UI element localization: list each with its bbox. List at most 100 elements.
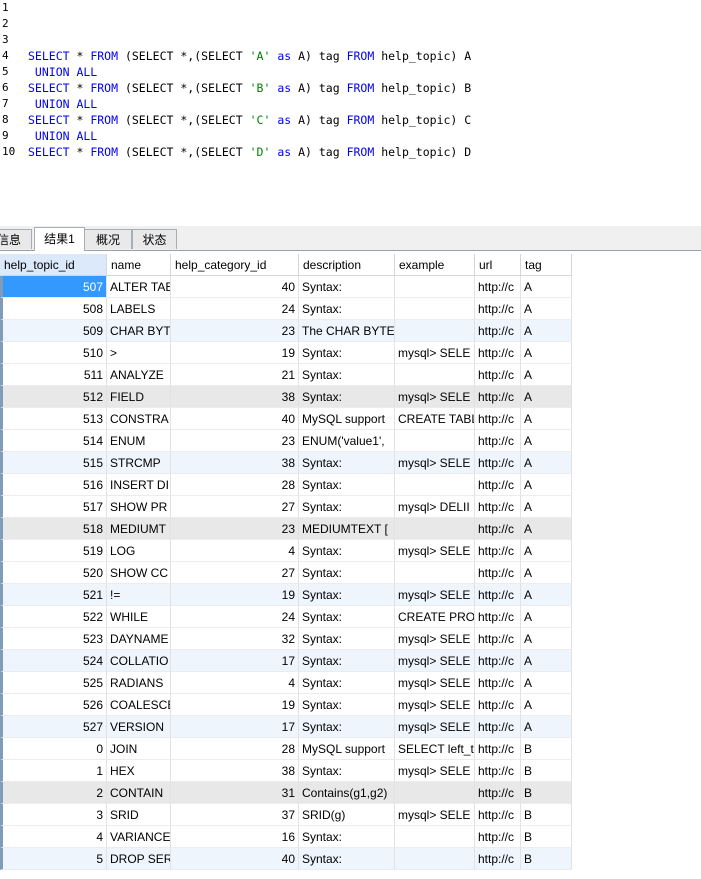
cell-name[interactable]: ENUM — [107, 430, 171, 452]
cell-tag[interactable]: B — [521, 804, 572, 826]
cell-example[interactable]: mysql> DELII — [395, 496, 475, 518]
cell-help-category-id[interactable]: 4 — [171, 672, 299, 694]
cell-tag[interactable]: A — [521, 298, 572, 320]
cell-help-topic-id[interactable]: 521 — [0, 584, 107, 606]
table-row[interactable]: 510 >19 Syntax: mysql> SELE http://c A — [0, 342, 572, 364]
cell-help-category-id[interactable]: 17 — [171, 650, 299, 672]
table-row[interactable]: 525 RADIANS 4 Syntax: mysql> SELE http://c A — [0, 672, 572, 694]
cell-help-category-id[interactable]: 24 — [171, 606, 299, 628]
cell-tag[interactable]: A — [521, 364, 572, 386]
cell-url[interactable]: http://c — [475, 364, 521, 386]
cell-example[interactable]: mysql> SELE — [395, 760, 475, 782]
cell-help-topic-id[interactable]: 518 — [0, 518, 107, 540]
cell-name[interactable]: SHOW PR — [107, 496, 171, 518]
cell-help-category-id[interactable]: 4 — [171, 540, 299, 562]
table-row[interactable]: 508 LABELS 24 Syntax: http://c A — [0, 298, 572, 320]
cell-tag[interactable]: A — [521, 606, 572, 628]
tab-2[interactable]: 概况 — [84, 229, 132, 249]
cell-url[interactable]: http://c — [475, 408, 521, 430]
cell-url[interactable]: http://c — [475, 540, 521, 562]
column-header-tag[interactable]: tag — [521, 254, 572, 276]
cell-description[interactable]: Syntax: — [299, 496, 395, 518]
cell-description[interactable]: Syntax: — [299, 760, 395, 782]
cell-help-topic-id[interactable]: 520 — [0, 562, 107, 584]
cell-help-category-id[interactable]: 19 — [171, 584, 299, 606]
cell-tag[interactable]: B — [521, 760, 572, 782]
column-header-example[interactable]: example — [395, 254, 475, 276]
cell-description[interactable]: ENUM('value1', — [299, 430, 395, 452]
cell-description[interactable]: Syntax: — [299, 672, 395, 694]
cell-name[interactable]: DROP SER — [107, 848, 171, 870]
cell-example[interactable]: mysql> SELE — [395, 452, 475, 474]
cell-example[interactable] — [395, 364, 475, 386]
cell-name[interactable]: CHAR BYT — [107, 320, 171, 342]
cell-url[interactable]: http://c — [475, 298, 521, 320]
cell-help-category-id[interactable]: 38 — [171, 452, 299, 474]
cell-help-topic-id[interactable]: 512 — [0, 386, 107, 408]
cell-tag[interactable]: A — [521, 276, 572, 298]
cell-description[interactable]: Syntax: — [299, 716, 395, 738]
cell-description[interactable]: Syntax: — [299, 386, 395, 408]
table-row[interactable]: 507 ALTER TAE 40 Syntax: http://c A — [0, 276, 572, 298]
cell-tag[interactable]: A — [521, 342, 572, 364]
cell-name[interactable]: JOIN — [107, 738, 171, 760]
table-row[interactable]: 3 SRID 37 SRID(g) mysql> SELE http://c B — [0, 804, 572, 826]
cell-name[interactable]: != — [107, 584, 171, 606]
cell-help-topic-id[interactable]: 0 — [0, 738, 107, 760]
cell-example[interactable] — [395, 562, 475, 584]
cell-url[interactable]: http://c — [475, 738, 521, 760]
cell-example[interactable] — [395, 430, 475, 452]
column-header-help-category-id[interactable]: help_category_id — [171, 254, 299, 276]
cell-help-category-id[interactable]: 38 — [171, 386, 299, 408]
cell-tag[interactable]: A — [521, 650, 572, 672]
cell-help-category-id[interactable]: 28 — [171, 474, 299, 496]
table-row[interactable]: 527 VERSION 17 Syntax: mysql> SELE http://c A — [0, 716, 572, 738]
cell-example[interactable]: mysql> SELE — [395, 650, 475, 672]
table-row[interactable]: 522 WHILE 24 Syntax: CREATE PRO http://c A — [0, 606, 572, 628]
cell-url[interactable]: http://c — [475, 276, 521, 298]
cell-tag[interactable]: A — [521, 430, 572, 452]
tab-3[interactable]: 状态 — [132, 229, 177, 249]
cell-url[interactable]: http://c — [475, 518, 521, 540]
cell-example[interactable]: mysql> SELE — [395, 672, 475, 694]
cell-description[interactable]: MySQL support — [299, 738, 395, 760]
table-row[interactable]: 519 LOG 4 Syntax: mysql> SELE http://c A — [0, 540, 572, 562]
cell-example[interactable]: mysql> SELE — [395, 694, 475, 716]
cell-url[interactable]: http://c — [475, 672, 521, 694]
cell-url[interactable]: http://c — [475, 342, 521, 364]
table-row[interactable]: 523 DAYNAME 32 Syntax: mysql> SELE http://c A — [0, 628, 572, 650]
cell-example[interactable] — [395, 782, 475, 804]
cell-tag[interactable]: A — [521, 694, 572, 716]
column-header-url[interactable]: url — [475, 254, 521, 276]
cell-url[interactable]: http://c — [475, 760, 521, 782]
cell-name[interactable]: CONSTRA — [107, 408, 171, 430]
cell-example[interactable]: mysql> SELE — [395, 584, 475, 606]
cell-description[interactable]: Syntax: — [299, 584, 395, 606]
cell-example[interactable]: mysql> SELE — [395, 716, 475, 738]
cell-example[interactable] — [395, 848, 475, 870]
cell-description[interactable]: Syntax: — [299, 540, 395, 562]
tab-1[interactable]: 结果1 — [34, 227, 85, 251]
cell-help-topic-id[interactable]: 4 — [0, 826, 107, 848]
cell-help-category-id[interactable]: 27 — [171, 562, 299, 584]
cell-name[interactable]: VARIANCE — [107, 826, 171, 848]
cell-example[interactable]: CREATE TABL — [395, 408, 475, 430]
cell-example[interactable] — [395, 518, 475, 540]
cell-help-category-id[interactable]: 23 — [171, 320, 299, 342]
cell-description[interactable]: Syntax: — [299, 452, 395, 474]
cell-help-topic-id[interactable]: 5 — [0, 848, 107, 870]
cell-help-category-id[interactable]: 31 — [171, 782, 299, 804]
table-row[interactable]: 513 CONSTRA 40 MySQL support CREATE TABL http… — [0, 408, 572, 430]
cell-example[interactable] — [395, 474, 475, 496]
cell-help-category-id[interactable]: 17 — [171, 716, 299, 738]
table-row[interactable]: 514 ENUM 23 ENUM('value1', http://c A — [0, 430, 572, 452]
cell-example[interactable] — [395, 826, 475, 848]
cell-name[interactable]: SRID — [107, 804, 171, 826]
cell-name[interactable]: FIELD — [107, 386, 171, 408]
cell-name[interactable]: CONTAIN — [107, 782, 171, 804]
cell-example[interactable]: SELECT left_tl — [395, 738, 475, 760]
cell-help-topic-id[interactable]: 508 — [0, 298, 107, 320]
cell-help-category-id[interactable]: 38 — [171, 760, 299, 782]
table-row[interactable]: 515 STRCMP 38 Syntax: mysql> SELE http://c A — [0, 452, 572, 474]
cell-help-topic-id[interactable]: 513 — [0, 408, 107, 430]
